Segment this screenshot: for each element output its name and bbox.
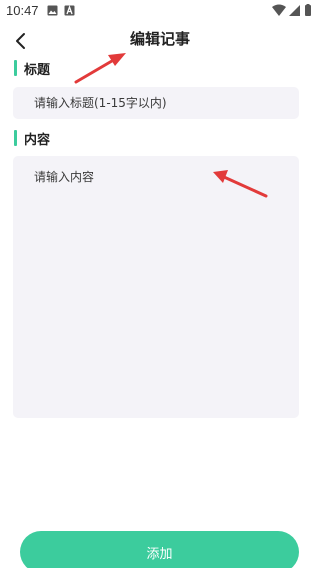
title-label: 标题 bbox=[24, 62, 51, 78]
section-accent-bar bbox=[14, 130, 17, 146]
battery-icon bbox=[305, 5, 311, 16]
a-badge-icon bbox=[64, 5, 75, 16]
status-bar: 10:47 bbox=[0, 0, 320, 24]
page-title: 编辑记事 bbox=[129, 30, 190, 48]
nav-bar: 编辑记事 bbox=[0, 24, 320, 56]
status-icons-right bbox=[272, 4, 311, 16]
image-icon bbox=[47, 5, 58, 16]
content-textarea[interactable] bbox=[13, 156, 299, 418]
section-accent-bar bbox=[14, 60, 17, 76]
status-time: 10:47 bbox=[6, 3, 39, 18]
content-section-label: 内容 bbox=[14, 129, 51, 148]
signal-icon bbox=[289, 5, 300, 16]
content-label: 内容 bbox=[24, 132, 51, 148]
wifi-icon bbox=[272, 4, 286, 16]
title-section-label: 标题 bbox=[14, 59, 51, 78]
annotation-arrow bbox=[74, 53, 126, 84]
add-button[interactable]: 添加 bbox=[20, 531, 299, 568]
title-input[interactable] bbox=[13, 87, 299, 119]
